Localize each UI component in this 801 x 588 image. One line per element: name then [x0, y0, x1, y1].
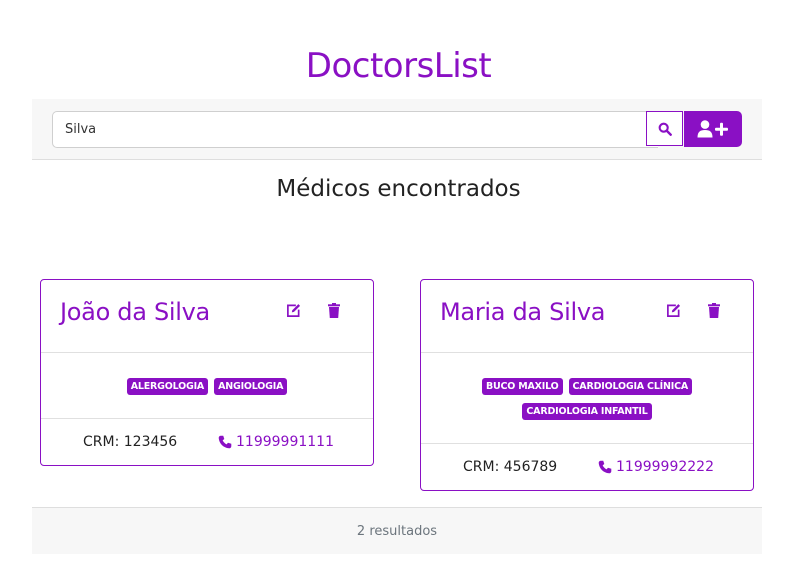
section-title: Médicos encontrados	[276, 176, 521, 202]
phone-link[interactable]: 11999992222	[598, 459, 714, 475]
specialty-badge: ALERGOLOGIA	[126, 377, 209, 395]
phone-link[interactable]: 11999991111	[218, 434, 334, 450]
specialty-badge: BUCO MAXILO	[481, 377, 563, 395]
edit-icon[interactable]	[286, 303, 301, 318]
specialty-badge: CARDIOLOGIA CLÍNICA	[568, 377, 693, 395]
results-footer: 2 resultados	[32, 507, 762, 554]
crm-number: CRM: 123456	[83, 434, 178, 450]
doctor-card: João da Silva ALERGOLOGIA ANGIOLOGIA CRM…	[40, 279, 374, 466]
specialties-list: BUCO MAXILO CARDIOLOGIA CLÍNICA CARDIOLO…	[421, 353, 753, 444]
specialty-badge: ANGIOLOGIA	[214, 377, 288, 395]
card-header: João da Silva	[41, 280, 373, 353]
search-icon	[658, 122, 672, 136]
results-count: 2 resultados	[356, 523, 438, 539]
specialty-badge: CARDIOLOGIA INFANTIL	[522, 402, 652, 420]
user-plus-icon	[697, 120, 728, 138]
doctor-name: Maria da Silva	[440, 298, 606, 326]
app-title: DoctorsList	[305, 46, 492, 86]
card-header: Maria da Silva	[421, 280, 753, 353]
add-doctor-button[interactable]	[684, 111, 742, 147]
specialties-list: ALERGOLOGIA ANGIOLOGIA	[41, 353, 373, 419]
phone-icon	[218, 435, 232, 449]
edit-icon[interactable]	[666, 303, 681, 318]
search-bar	[32, 99, 762, 160]
card-footer: CRM: 123456 11999991111	[41, 419, 373, 466]
phone-icon	[598, 460, 612, 474]
crm-number: CRM: 456789	[463, 459, 558, 475]
search-button[interactable]	[646, 111, 683, 146]
trash-icon[interactable]	[328, 303, 340, 318]
phone-number: 11999991111	[236, 434, 334, 450]
card-footer: CRM: 456789 11999992222	[421, 444, 753, 491]
doctor-name: João da Silva	[60, 298, 210, 326]
doctor-card: Maria da Silva BUCO MAXILO CARDIOLOGIA C…	[420, 279, 754, 491]
search-input[interactable]	[52, 111, 658, 148]
trash-icon[interactable]	[708, 303, 720, 318]
phone-number: 11999992222	[616, 459, 714, 475]
